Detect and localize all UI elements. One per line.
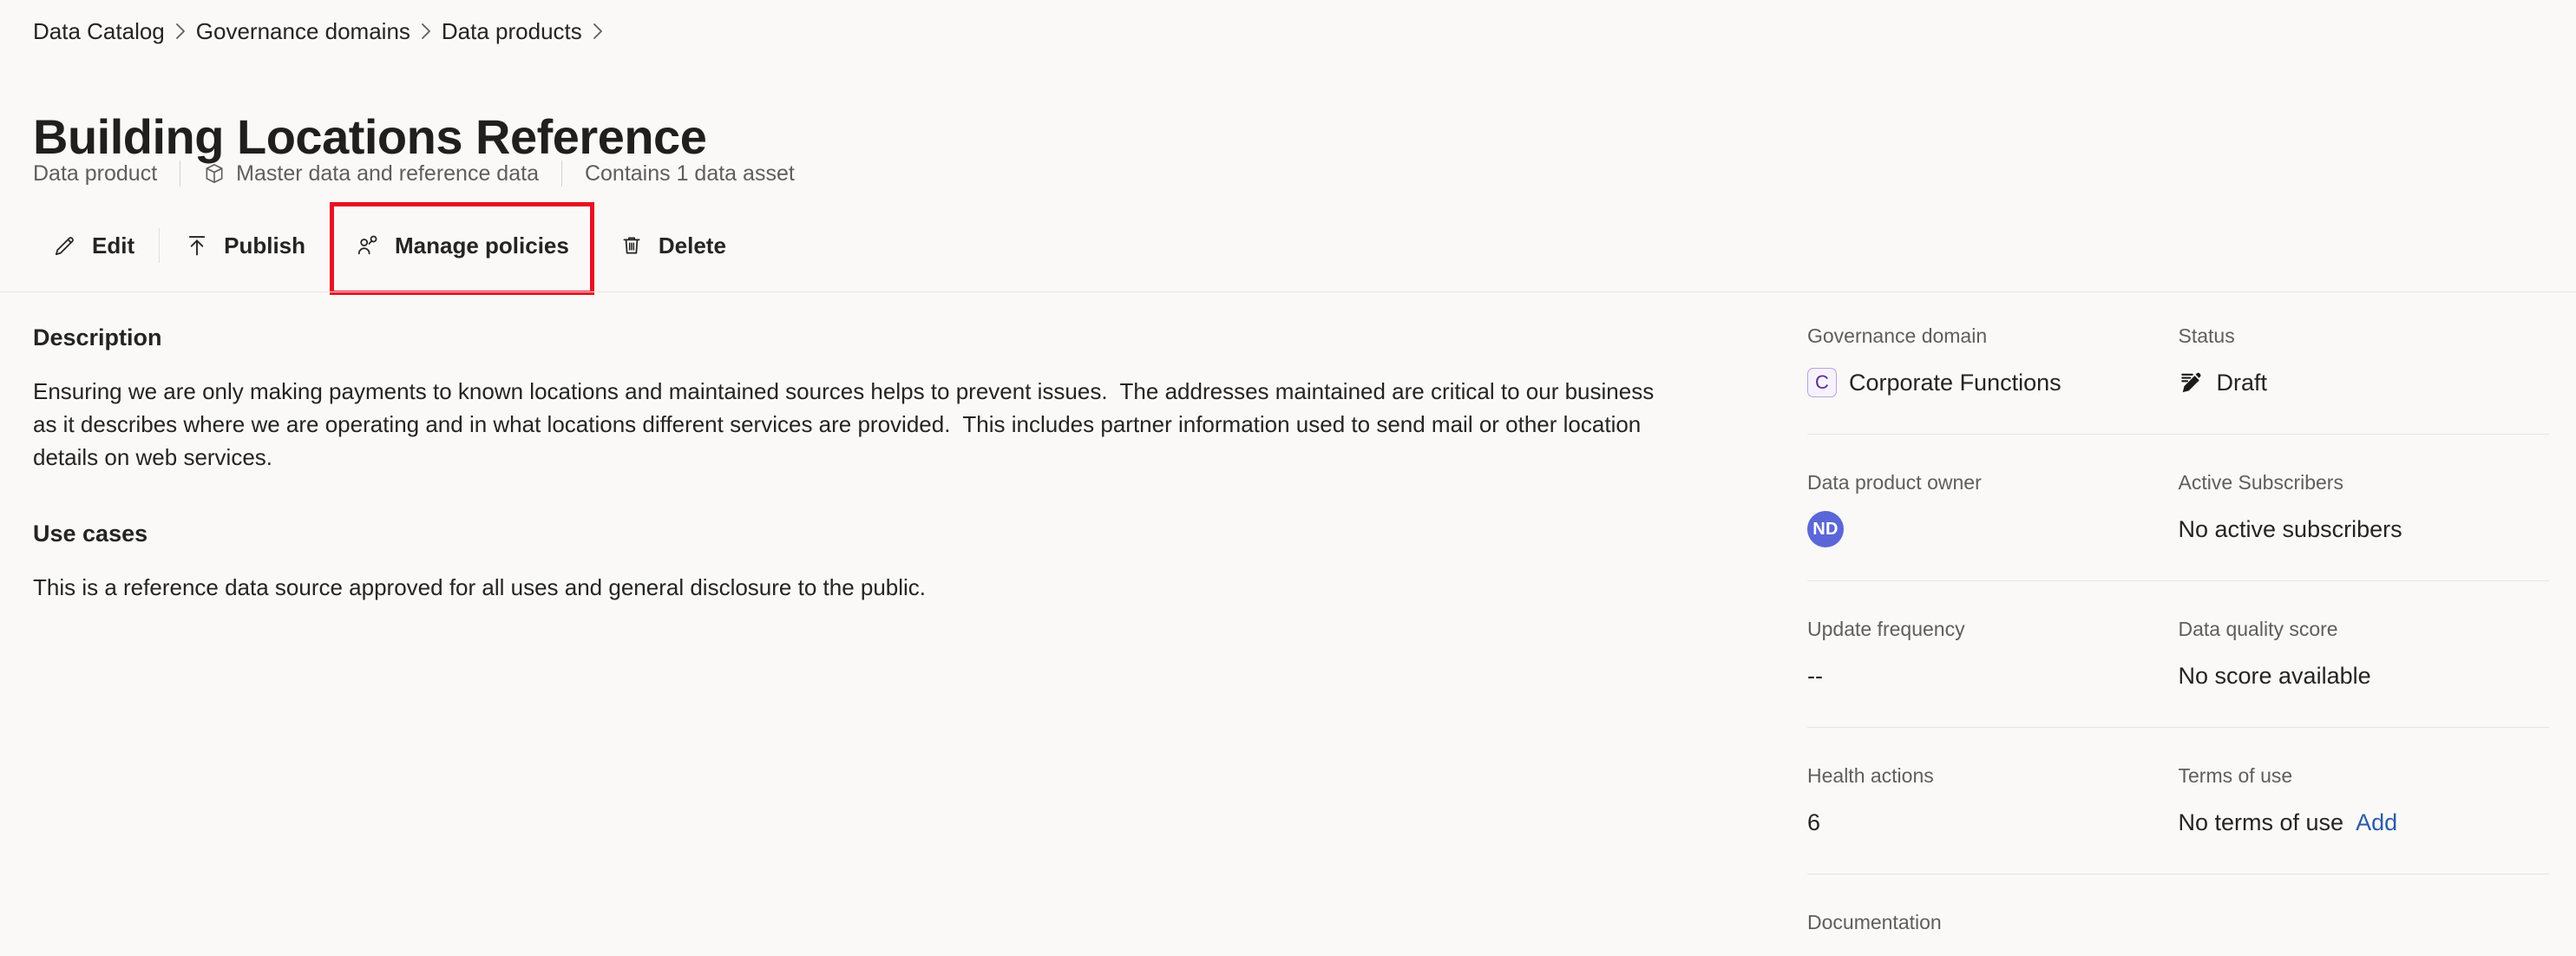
trash-icon — [619, 232, 645, 259]
documentation-label: Documentation — [1807, 911, 1942, 933]
breadcrumb-item-data-catalog[interactable]: Data Catalog — [33, 18, 165, 45]
terms-of-use-text: No terms of use — [2178, 809, 2344, 835]
publish-button[interactable]: Publish — [165, 219, 324, 272]
draft-pencil-icon — [2179, 370, 2205, 396]
description-text: Ensuring we are only making payments to … — [33, 378, 1661, 470]
publish-upload-icon — [184, 232, 210, 259]
active-subscribers-label: Active Subscribers — [2178, 471, 2343, 494]
field-health-actions: Health actions 6 — [1807, 763, 2179, 841]
use-cases-text: This is a reference data source approved… — [33, 574, 927, 600]
manage-policies-button[interactable]: Manage policies — [336, 219, 588, 272]
terms-of-use-label: Terms of use — [2178, 764, 2293, 787]
status-value: Draft — [2179, 364, 2550, 401]
update-frequency-value: -- — [1807, 663, 1823, 689]
health-actions-label: Health actions — [1807, 764, 1934, 787]
page-meta-row: Data product Master data and reference d… — [33, 160, 795, 187]
meta-divider — [560, 160, 562, 187]
data-product-owner-label: Data product owner — [1807, 471, 1982, 494]
description-heading: Description — [33, 324, 162, 350]
details-divider — [1807, 727, 2549, 728]
delete-button-label: Delete — [658, 232, 726, 259]
pencil-icon — [52, 232, 78, 259]
description-section: Description Ensuring we are only making … — [33, 323, 1708, 474]
breadcrumb-item-governance-domains[interactable]: Governance domains — [196, 18, 410, 45]
breadcrumb-item-data-products[interactable]: Data products — [442, 18, 582, 45]
field-active-subscribers: Active Subscribers No active subscribers — [2179, 469, 2550, 547]
field-documentation: Documentation No documentation Add — [1807, 909, 2179, 956]
chevron-right-icon — [582, 21, 613, 42]
main-content: Description Ensuring we are only making … — [33, 323, 1708, 626]
command-bar: Edit Publish Manage policies Delete — [33, 202, 745, 295]
person-policy-icon — [355, 232, 381, 259]
manage-policies-highlight: Manage policies — [330, 202, 594, 295]
status-label: Status — [2178, 324, 2235, 347]
status-text: Draft — [2216, 370, 2268, 396]
edit-button[interactable]: Edit — [33, 219, 154, 272]
meta-item-asset-count: Contains 1 data asset — [584, 160, 795, 186]
governance-domain-label: Governance domain — [1807, 324, 1988, 347]
terms-of-use-add-link[interactable]: Add — [2356, 807, 2397, 838]
details-row-1: Governance domain C Corporate Functions … — [1807, 323, 2549, 401]
field-governance-domain: Governance domain C Corporate Functions — [1807, 323, 2179, 401]
governance-domain-badge: C — [1807, 368, 1837, 397]
details-row-4: Health actions 6 Terms of use No terms o… — [1807, 763, 2549, 841]
field-status: Status Draft — [2179, 323, 2550, 401]
details-row-2: Data product owner ND Active Subscribers… — [1807, 469, 2549, 547]
publish-button-label: Publish — [224, 232, 306, 259]
active-subscribers-value: No active subscribers — [2178, 516, 2402, 542]
delete-button[interactable]: Delete — [600, 219, 745, 272]
chevron-right-icon — [410, 21, 442, 42]
edit-button-label: Edit — [92, 232, 135, 259]
data-quality-score-label: Data quality score — [2178, 618, 2338, 640]
meta-item-category: Master data and reference data — [203, 161, 539, 187]
use-cases-section: Use cases This is a reference data sourc… — [33, 519, 1708, 604]
terms-of-use-value: No terms of use Add — [2179, 804, 2550, 841]
details-row-5: Documentation No documentation Add — [1807, 909, 2549, 956]
field-terms-of-use: Terms of use No terms of use Add — [2179, 763, 2550, 841]
details-divider — [1807, 434, 2549, 435]
manage-policies-button-label: Manage policies — [395, 232, 569, 259]
avatar[interactable]: ND — [1807, 511, 1844, 547]
update-frequency-label: Update frequency — [1807, 618, 1965, 640]
breadcrumb: Data Catalog Governance domains Data pro… — [33, 17, 613, 45]
meta-item-type: Data product — [33, 160, 158, 186]
field-documentation-spacer — [2179, 909, 2550, 956]
details-panel: Governance domain C Corporate Functions … — [1807, 323, 2549, 956]
health-actions-value: 6 — [1807, 809, 1821, 835]
data-product-owner-value: ND — [1807, 511, 2179, 547]
field-update-frequency: Update frequency -- — [1807, 616, 2179, 694]
command-divider — [330, 228, 331, 263]
field-data-product-owner: Data product owner ND — [1807, 469, 2179, 547]
data-quality-score-value: No score available — [2178, 663, 2371, 689]
documentation-value: No documentation Add — [1807, 951, 2179, 956]
use-cases-heading: Use cases — [33, 521, 148, 547]
cube-icon — [203, 162, 226, 185]
toolbar-divider — [0, 291, 2576, 292]
meta-category-label: Master data and reference data — [236, 160, 539, 186]
command-divider — [159, 228, 161, 263]
governance-domain-value[interactable]: C Corporate Functions — [1807, 364, 2179, 401]
chevron-right-icon — [165, 21, 196, 42]
data-product-detail-page: Data Catalog Governance domains Data pro… — [0, 0, 2576, 956]
field-data-quality-score: Data quality score No score available — [2179, 616, 2550, 694]
governance-domain-name: Corporate Functions — [1849, 370, 2061, 396]
details-row-3: Update frequency -- Data quality score N… — [1807, 616, 2549, 694]
command-divider — [593, 228, 594, 263]
details-divider — [1807, 580, 2549, 581]
page-title: Building Locations Reference — [33, 108, 707, 164]
